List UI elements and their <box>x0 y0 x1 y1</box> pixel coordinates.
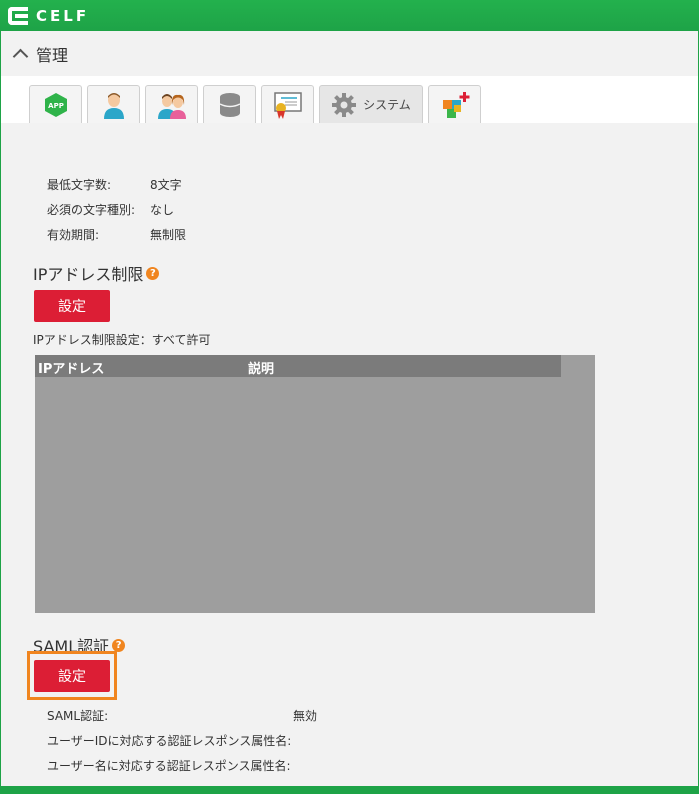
chevron-up-icon[interactable] <box>12 48 29 65</box>
logo-text: CELF <box>36 6 90 25</box>
users-icon <box>157 93 186 119</box>
tab-database[interactable] <box>203 85 256 123</box>
tab-plugin[interactable] <box>428 85 481 123</box>
celf-logo[interactable]: CELF <box>8 6 90 25</box>
app-icon-text: APP <box>48 102 64 110</box>
ip-restriction-settings-button[interactable]: 設定 <box>34 290 110 322</box>
ip-restriction-title: IPアドレス制限 ? <box>33 261 160 285</box>
min-length-label: 最低文字数: <box>47 178 112 192</box>
tab-system-label: システム <box>363 98 411 112</box>
ip-address-table: IPアドレス 説明 <box>35 355 595 613</box>
tab-user[interactable] <box>87 85 140 123</box>
user-icon <box>103 92 124 119</box>
plugin-icon <box>442 91 469 118</box>
app-icon: APP <box>44 92 67 117</box>
tab-system[interactable]: システム <box>319 85 423 123</box>
help-icon[interactable]: ? <box>146 266 160 280</box>
bottom-bar <box>0 786 699 794</box>
admin-header[interactable]: 管理 <box>0 31 699 76</box>
ip-restriction-title-text: IPアドレス制限 <box>33 265 144 284</box>
min-length-value: 8文字 <box>150 178 182 192</box>
ip-restriction-status: IPアドレス制限設定：すべて許可 <box>33 333 211 347</box>
tab-certificate[interactable] <box>261 85 314 123</box>
database-icon <box>219 92 240 117</box>
content-area: 最低文字数: 8文字 必須の文字種別: なし 有効期間: 無制限 IPアドレス制… <box>0 123 699 786</box>
saml-username-attr-label: ユーザー名に対応する認証レスポンス属性名: <box>47 759 291 773</box>
required-types-label: 必須の文字種別: <box>47 203 136 217</box>
top-bar: CELF <box>0 0 699 31</box>
validity-label: 有効期間: <box>47 228 100 242</box>
celf-logo-icon <box>8 6 28 25</box>
saml-userid-attr-label: ユーザーIDに対応する認証レスポンス属性名: <box>47 734 292 748</box>
saml-auth-label: SAML認証: <box>47 709 109 723</box>
tab-users[interactable] <box>145 85 198 123</box>
tab-bar: APP システム <box>0 76 699 123</box>
admin-title: 管理 <box>36 45 69 65</box>
table-header: IPアドレス 説明 <box>35 355 561 377</box>
saml-settings-button[interactable]: 設定 <box>34 660 110 692</box>
column-description: 説明 <box>248 362 275 377</box>
column-ip-address: IPアドレス <box>38 362 105 377</box>
tab-app[interactable]: APP <box>29 85 82 123</box>
gear-icon <box>332 92 357 117</box>
validity-value: 無制限 <box>150 228 187 242</box>
certificate-icon <box>273 91 302 119</box>
saml-auth-value: 無効 <box>293 709 318 723</box>
required-types-value: なし <box>150 203 175 217</box>
help-icon[interactable]: ? <box>112 638 126 652</box>
